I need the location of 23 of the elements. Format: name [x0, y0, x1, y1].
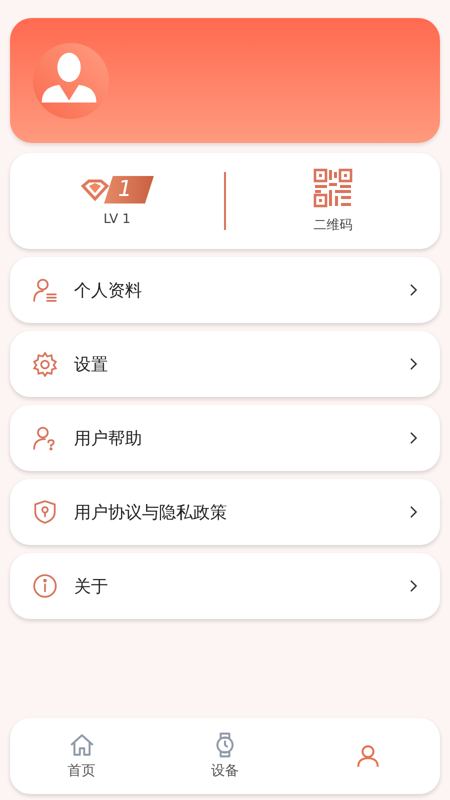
menu-item[interactable]: 关于 — [10, 553, 440, 619]
qr-code-icon[interactable] — [313, 168, 353, 208]
menu-item[interactable]: 设置 — [10, 331, 440, 397]
person-icon — [355, 743, 382, 769]
qr-code-label: 二维码 — [314, 217, 352, 234]
info-icon — [32, 573, 58, 599]
chevron-icon — [409, 431, 418, 445]
shield-icon — [32, 499, 58, 525]
tab[interactable]: 首页 — [10, 731, 154, 781]
avatar-icon[interactable] — [32, 42, 110, 120]
tab[interactable]: 设备 — [153, 731, 297, 781]
gem-icon — [80, 178, 110, 200]
menu-item[interactable]: 个人资料 — [10, 257, 440, 323]
chevron-icon — [409, 579, 418, 593]
home-icon — [68, 732, 95, 758]
settings-icon — [32, 351, 58, 377]
chevron-icon — [409, 283, 418, 297]
chevron-icon — [409, 505, 418, 519]
menu-item[interactable]: 用户协议与隐私政策 — [10, 479, 440, 545]
user-list-icon — [32, 277, 58, 303]
menu-item[interactable]: 用户帮助 — [10, 405, 440, 471]
chevron-icon — [409, 357, 418, 371]
level-label: LV 1 — [103, 212, 131, 226]
